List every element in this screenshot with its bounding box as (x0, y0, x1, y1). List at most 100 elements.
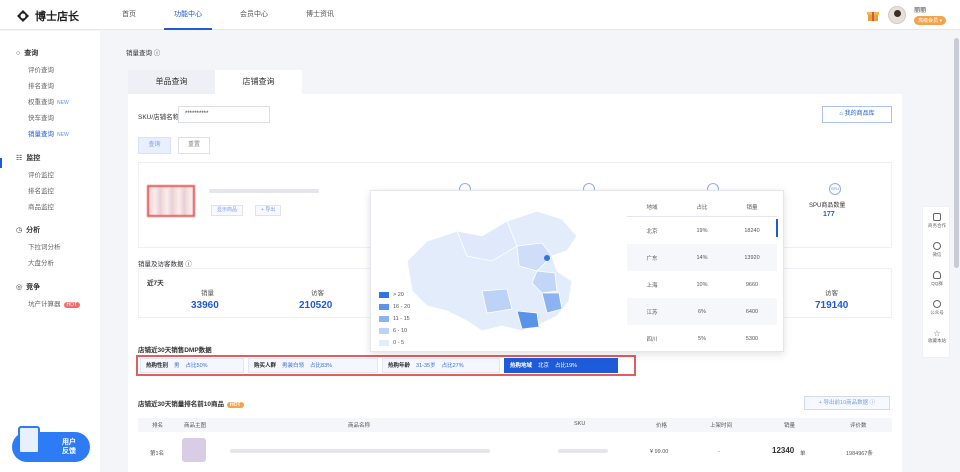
cell-sales: 12340 (772, 446, 795, 455)
app-name: 博士店长 (35, 11, 79, 23)
legend-item: 6 - 10 (379, 325, 410, 337)
popup-scrollbar[interactable] (776, 219, 778, 237)
floating-toolbar: 商务合作 微信 QQ群 公众号 ☆ 收藏本站 (922, 206, 950, 358)
sidebar-item-calculator[interactable]: 坑产计算器 HOT (28, 298, 81, 308)
table-row: 上海 10% 9660 (646, 281, 759, 289)
sidebar-item-rank-monitor[interactable]: 排名监控 (28, 185, 54, 195)
legend-item: 11 - 15 (379, 313, 410, 325)
user-info[interactable]: 丽丽 高级会员 ▾ (914, 5, 946, 25)
sidebar-item-review-query[interactable]: 评价查询 (28, 64, 54, 74)
tab-store[interactable]: 店铺查询 (215, 70, 302, 94)
stat-label: 访客 (825, 290, 838, 297)
dmp-title: 店铺近30天销售DMP数据 (138, 347, 212, 354)
search-icon: ○ (16, 49, 21, 57)
region-popup: > 20 16 - 20 11 - 15 6 - 10 0 - 5 地域 占比 销量… (370, 190, 784, 352)
export-button[interactable]: + 导出 (255, 205, 282, 216)
table-row: 广东 14% 13920 (627, 244, 777, 271)
search-input[interactable]: ********** (178, 106, 270, 123)
main-nav: 首页 功能中心 会员中心 博士资讯 (112, 0, 362, 30)
period-label: 近7天 (147, 280, 164, 287)
product-name-placeholder (230, 449, 490, 453)
dmp-tag-crowd[interactable]: 购买人群 男装白领 占比83% (248, 358, 378, 373)
sku-placeholder (558, 449, 608, 453)
sidebar-item-keyword-analysis[interactable]: 下拉词分析 (28, 241, 61, 251)
show-products-button[interactable]: 显示商品 (211, 205, 244, 216)
my-library-button[interactable]: ⌂ 我的商品库 (822, 106, 892, 123)
page-title: 销量查询 ⓘ (126, 50, 161, 57)
table-header: 排名 商品主图 商品名称 SKU 价格 上架时间 销量 评价数 (138, 418, 892, 432)
table-row: 江苏 6% 6400 (627, 298, 777, 325)
sidebar-item-market-analysis[interactable]: 大盘分析 (28, 257, 54, 267)
sidebar-group-monitor[interactable]: ☷ 监控 (16, 153, 40, 163)
wechat-icon (933, 242, 941, 250)
cell-price: ¥ 99.00 (650, 449, 669, 455)
nav-home[interactable]: 首页 (112, 0, 146, 30)
new-tag: NEW (57, 132, 69, 138)
sidebar-item-express-query[interactable]: 快车查询 (28, 112, 54, 122)
legend-item: 0 - 5 (379, 337, 410, 349)
sidebar-active-indicator (0, 158, 2, 168)
qq-icon (933, 271, 941, 279)
qq-group-button[interactable]: QQ群 (923, 271, 951, 287)
sidebar-item-review-monitor[interactable]: 评价监控 (28, 169, 54, 179)
dmp-tag-gender[interactable]: 热购性别男占比50% (140, 358, 244, 373)
spu-icon: SPU (829, 183, 841, 195)
dmp-tag-region[interactable]: 热购地域 北京 占比19% (504, 358, 618, 373)
th-price: 价格 (656, 423, 668, 429)
sidebar-item-rank-query[interactable]: 排名查询 (28, 80, 54, 90)
sidebar-group-analysis[interactable]: ◷ 分析 (16, 225, 40, 235)
sidebar-item-sales-query[interactable]: 销量查询 NEW (28, 128, 69, 138)
monitor-icon: ☷ (16, 155, 23, 162)
logo-icon (17, 10, 29, 22)
cell-date: - (718, 449, 720, 455)
reset-button[interactable]: 重置 (178, 137, 210, 154)
china-map (406, 210, 578, 332)
feedback-button[interactable]: 用户 反馈 (12, 426, 90, 462)
table-row: 四川 5% 5300 (646, 335, 759, 343)
nav-member-center[interactable]: 会员中心 (230, 0, 278, 30)
official-account-button[interactable]: 公众号 (923, 300, 951, 316)
business-button[interactable]: 商务合作 (923, 213, 951, 229)
spu-value: 177 (823, 211, 835, 218)
tab-single-product[interactable]: 单品查询 (128, 70, 215, 94)
hot-tag: HOT (226, 402, 244, 408)
dmp-tag-age[interactable]: 热购年龄 31-35岁 占比27% (382, 358, 500, 373)
export-top10-button[interactable]: + 导出前10商品数据 ⓘ (804, 396, 890, 410)
chat-icon (933, 300, 941, 308)
globe-icon: ◎ (16, 284, 23, 291)
bookmark-button[interactable]: ☆ 收藏本站 (923, 329, 951, 344)
sidebar: ○ 查询 评价查询 排名查询 权重查询 NEW 快车查询 销量查询 NEW ☷ 监控 评… (0, 31, 100, 472)
sales-section-title: 销量及访客数据 ⓘ (138, 261, 192, 268)
logo[interactable]: 博士店长 (16, 8, 79, 24)
cell-sales-unit: 单 (800, 451, 806, 457)
map-legend: > 20 16 - 20 11 - 15 6 - 10 0 - 5 (379, 289, 410, 349)
map-beijing[interactable] (544, 255, 550, 261)
product-thumbnail[interactable] (182, 438, 206, 462)
avatar[interactable] (888, 6, 907, 24)
sidebar-item-weight-query[interactable]: 权重查询 NEW (28, 96, 69, 106)
th-sku: SKU (574, 421, 586, 427)
legend-item: 16 - 20 (379, 301, 410, 313)
page-scrollbar[interactable] (954, 38, 959, 268)
legend-item: > 20 (379, 289, 410, 301)
new-tag: NEW (57, 100, 69, 106)
search-label: SKU/店铺名称 (138, 114, 180, 121)
nav-news[interactable]: 博士资讯 (296, 0, 344, 30)
sidebar-group-compete[interactable]: ◎ 竞争 (16, 282, 40, 292)
stat-value: 210520 (299, 300, 333, 311)
gift-icon[interactable] (866, 8, 880, 22)
th-rank: 排名 (152, 423, 164, 429)
member-badge[interactable]: 高级会员 ▾ (914, 16, 946, 25)
query-button[interactable]: 查询 (138, 137, 171, 154)
th-image: 商品主图 (184, 423, 207, 429)
wechat-button[interactable]: 微信 (923, 242, 951, 258)
cell-rank: 第1名 (150, 451, 165, 457)
sidebar-group-query[interactable]: ○ 查询 (16, 48, 38, 58)
table-row[interactable]: 第1名 ¥ 99.00 - 12340 单 1984967条 (138, 432, 892, 472)
sidebar-item-product-monitor[interactable]: 商品监控 (28, 201, 54, 211)
nav-function-center[interactable]: 功能中心 (164, 0, 212, 30)
handshake-icon (933, 213, 941, 221)
top-bar: 博士店长 首页 功能中心 会员中心 博士资讯 丽丽 高级会员 ▾ (0, 0, 960, 30)
th-date: 上架时间 (710, 423, 733, 429)
top10-title: 店铺近30天销量排名前10商品 HOT (138, 398, 244, 408)
